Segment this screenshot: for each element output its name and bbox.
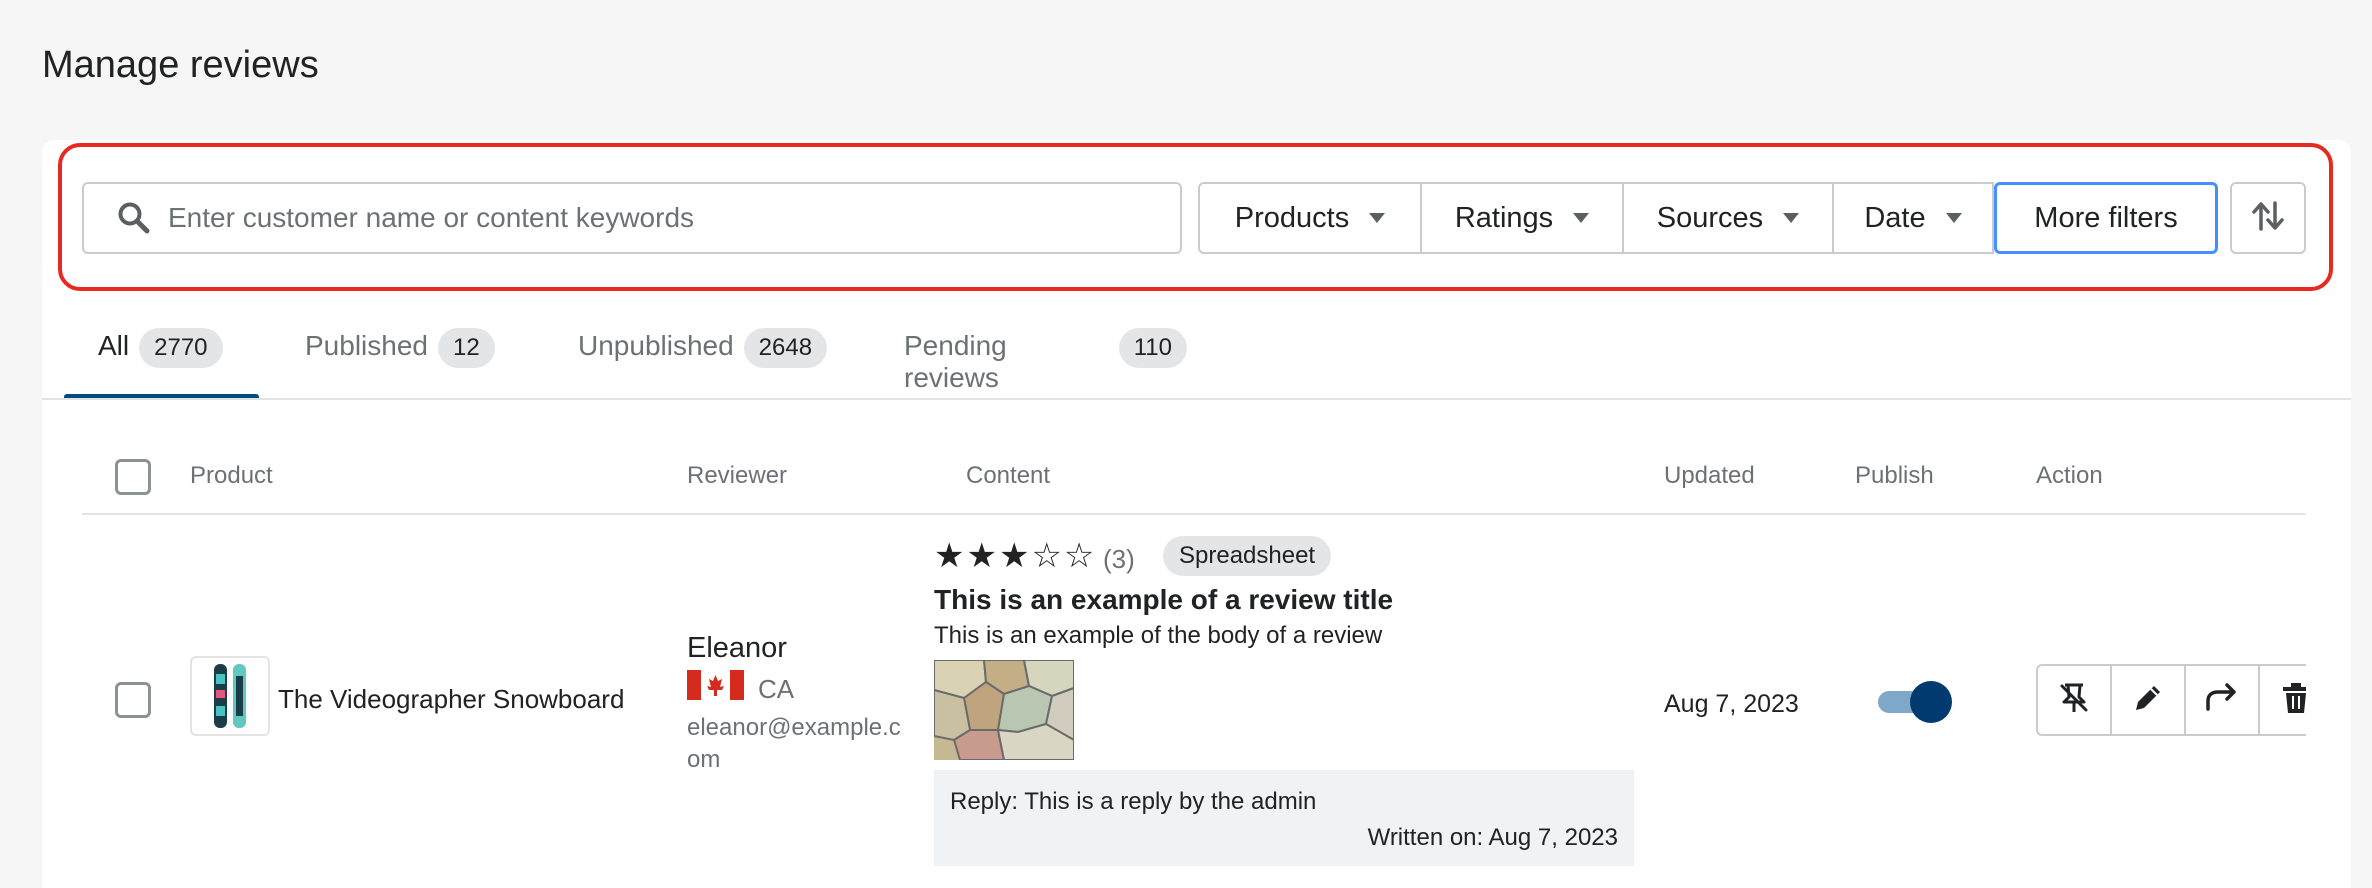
edit-button[interactable]	[2110, 664, 2186, 736]
reply-button[interactable]	[2184, 664, 2260, 736]
reviewer-country: CA	[758, 674, 795, 704]
tab-published[interactable]: Published 12	[261, 320, 536, 398]
review-tabs: All 2770 Published 12 Unpublished 2648 P…	[64, 320, 1187, 400]
column-header-publish[interactable]: Publish	[1855, 462, 1934, 490]
header-divider	[82, 513, 2306, 515]
product-name[interactable]: The Videographer Snowboard	[278, 684, 624, 715]
delete-button[interactable]	[2258, 664, 2306, 736]
tab-count-badge: 110	[1118, 328, 1187, 368]
tab-pending-reviews[interactable]: Pending reviews 110	[857, 320, 1187, 398]
review-image[interactable]	[934, 660, 1074, 760]
reply-text: Reply: This is a reply by the admin	[950, 788, 1317, 815]
date-filter-button[interactable]: Date	[1832, 182, 1994, 254]
more-filters-button[interactable]: More filters	[1994, 182, 2218, 254]
ratings-filter-label: Ratings	[1454, 201, 1554, 234]
search-input[interactable]	[168, 202, 1128, 234]
tab-label: Unpublished	[578, 330, 734, 361]
tab-label: All	[98, 330, 130, 361]
tab-count-badge: 12	[437, 328, 495, 368]
caret-down-icon	[1369, 213, 1386, 223]
reviewer-email: eleanor@example.com	[687, 714, 901, 773]
search-field[interactable]	[82, 182, 1182, 254]
admin-reply: Reply: This is a reply by the admin Writ…	[934, 770, 1634, 866]
select-all-checkbox[interactable]	[115, 459, 151, 495]
pencil-icon	[2131, 681, 2165, 720]
page-title: Manage reviews	[42, 44, 319, 86]
column-header-reviewer[interactable]: Reviewer	[687, 462, 787, 490]
ratings-filter-button[interactable]: Ratings	[1420, 182, 1624, 254]
canada-flag-icon	[687, 670, 744, 700]
tab-all[interactable]: All 2770	[64, 320, 261, 400]
caret-down-icon	[1783, 213, 1800, 223]
updated-date: Aug 7, 2023	[1664, 690, 1799, 718]
reply-date: Written on: Aug 7, 2023	[1367, 824, 1618, 851]
unpin-button[interactable]	[2036, 664, 2112, 736]
search-icon	[104, 188, 164, 248]
tab-count-badge: 2648	[743, 328, 828, 368]
product-thumbnail[interactable]	[190, 656, 270, 736]
tabs-divider	[42, 398, 2351, 400]
tab-label: Pending reviews	[904, 330, 1007, 393]
sort-button[interactable]	[2230, 182, 2306, 254]
column-header-product[interactable]: Product	[190, 462, 273, 490]
publish-toggle[interactable]	[1876, 681, 1954, 723]
tab-unpublished[interactable]: Unpublished 2648	[536, 320, 857, 398]
tab-count-badge: 2770	[139, 328, 223, 368]
column-header-action[interactable]: Action	[2036, 462, 2103, 490]
toggle-knob	[1910, 681, 1952, 723]
sources-filter-button[interactable]: Sources	[1622, 182, 1834, 254]
products-filter-label: Products	[1234, 201, 1350, 234]
filter-group: Products Ratings Sources Date More filte…	[1198, 182, 2218, 254]
review-body: This is an example of the body of a revi…	[934, 622, 1383, 649]
source-badge: Spreadsheet	[1163, 536, 1332, 576]
reply-icon	[2204, 681, 2240, 720]
products-filter-button[interactable]: Products	[1198, 182, 1422, 254]
review-title: This is an example of a review title	[934, 584, 1394, 615]
tab-label: Published	[305, 330, 428, 361]
sort-icon	[2251, 199, 2285, 238]
column-header-content[interactable]: Content	[966, 462, 1050, 490]
reviewer-name: Eleanor	[687, 632, 787, 664]
rating-stars: ★★★☆☆	[934, 537, 1097, 575]
row-checkbox[interactable]	[115, 682, 151, 718]
caret-down-icon	[1573, 213, 1590, 223]
date-filter-label: Date	[1864, 201, 1926, 234]
rating-value: (3)	[1103, 544, 1135, 574]
trash-icon	[2280, 681, 2306, 720]
sources-filter-label: Sources	[1656, 201, 1764, 234]
row-actions	[2036, 664, 2306, 738]
unpin-icon	[2057, 681, 2091, 720]
caret-down-icon	[1945, 213, 1962, 223]
column-header-updated[interactable]: Updated	[1664, 462, 1755, 490]
